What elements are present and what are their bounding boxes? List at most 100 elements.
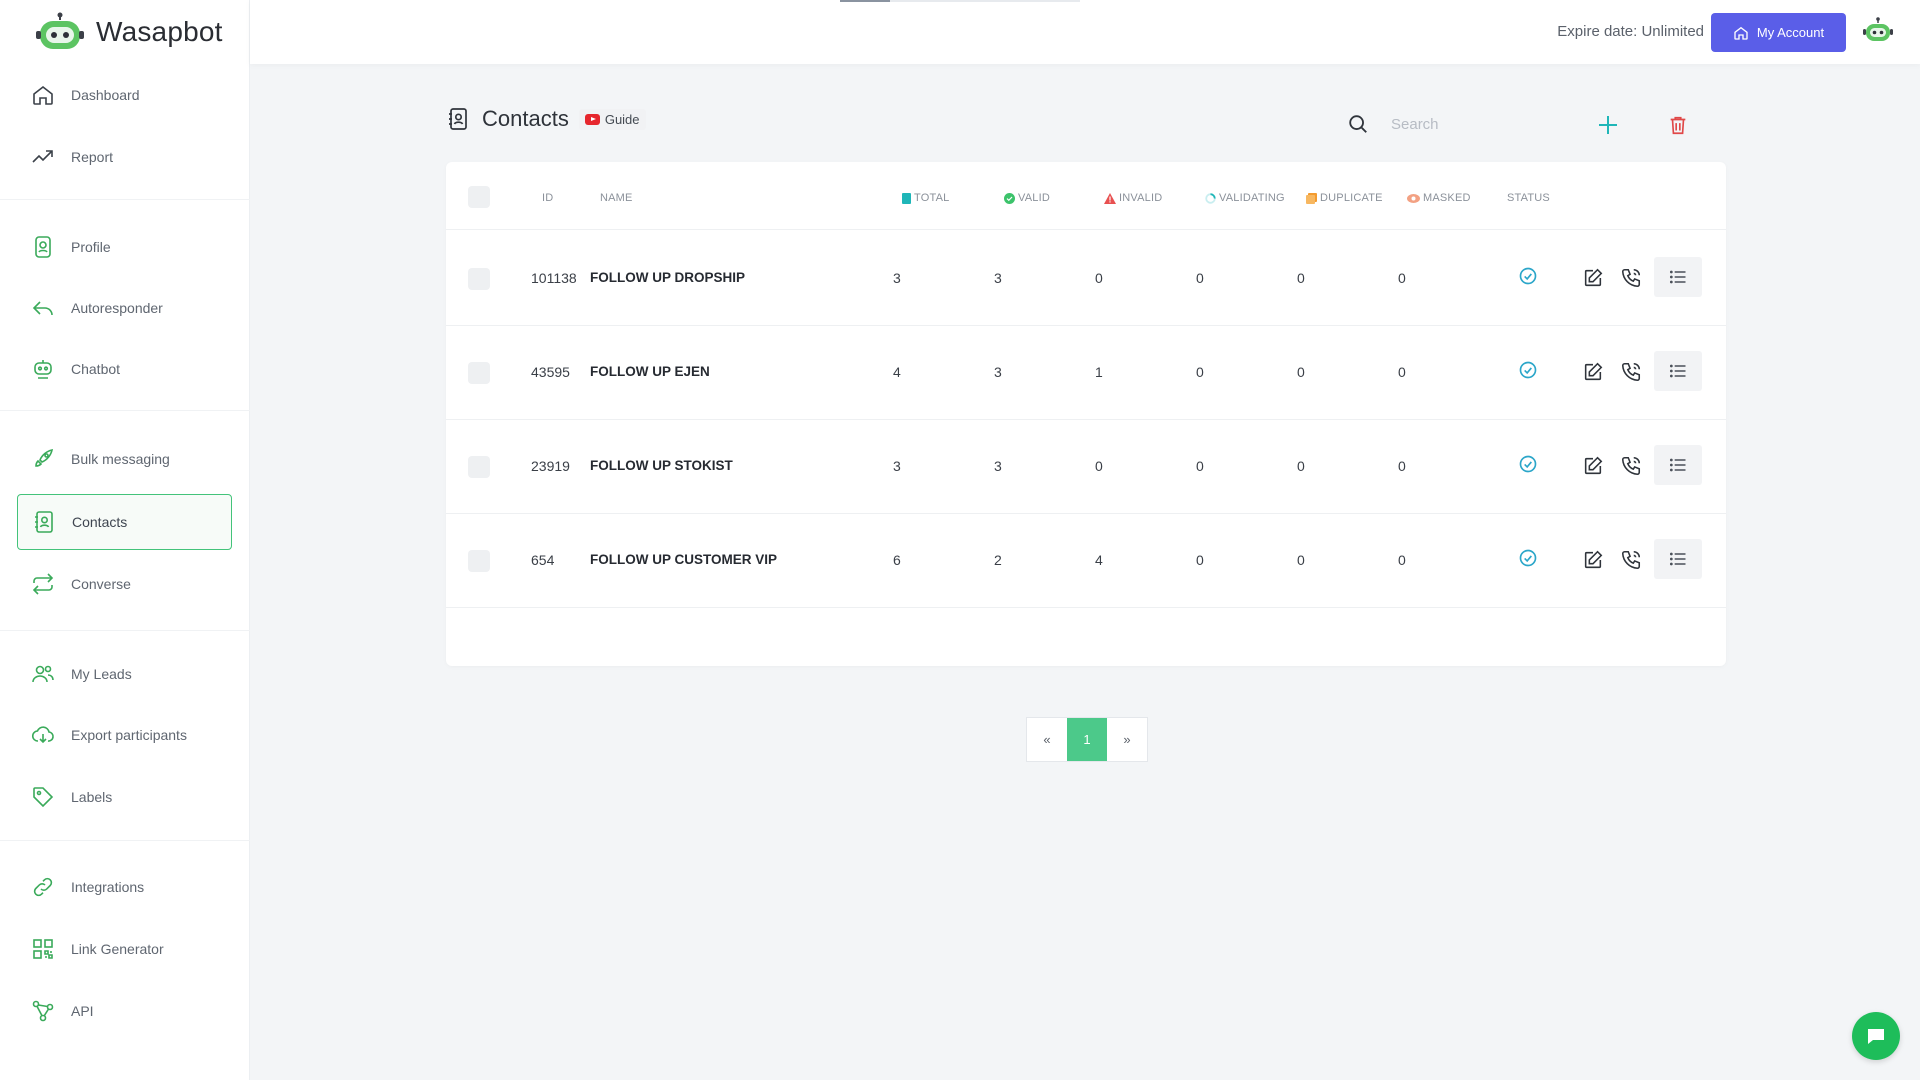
cell-id: 654 [531,552,555,568]
status-check-icon [1519,361,1537,379]
loading-indicator [840,0,1080,2]
cell-total: 3 [893,270,901,286]
contacts-icon [35,511,53,533]
sidebar-item-link-generator[interactable]: Link Generator [17,921,232,977]
sidebar-item-contacts[interactable]: Contacts [17,494,232,550]
sidebar-divider [0,199,250,200]
sidebar-item-labels[interactable]: Labels [17,769,232,825]
cell-name[interactable]: FOLLOW UP DROPSHIP [590,270,745,285]
cell-name[interactable]: FOLLOW UP STOKIST [590,458,733,473]
cell-valid: 2 [994,552,1002,568]
list-button[interactable] [1654,257,1702,297]
cell-invalid: 0 [1095,270,1103,286]
api-icon [32,1000,54,1022]
brand-name: Wasapbot [96,16,223,47]
warning-icon [1104,192,1116,204]
row-checkbox[interactable] [468,456,490,478]
cell-duplicate: 0 [1297,552,1305,568]
robot-logo-icon [36,12,84,49]
guide-label: Guide [604,111,640,127]
cell-total: 6 [893,552,901,568]
edit-icon[interactable] [1582,267,1604,289]
edit-icon[interactable] [1582,549,1604,571]
row-checkbox[interactable] [468,550,490,572]
row-checkbox[interactable] [468,362,490,384]
select-all-checkbox[interactable] [468,186,490,208]
my-account-label: My Account [1756,25,1825,40]
sidebar-item-chatbot[interactable]: Chatbot [17,341,232,397]
column-id: ID [542,192,554,204]
list-icon [1669,458,1686,472]
rocket-icon [35,448,54,467]
sidebar: Wasapbot Dashboard Report Profile Autore… [0,0,250,1080]
cell-validating: 0 [1196,552,1204,568]
column-valid: VALID [1004,192,1050,204]
robot-icon [34,360,52,379]
sidebar-divider [0,630,250,631]
column-total: TOTAL [902,192,949,204]
phone-icon[interactable] [1620,455,1642,477]
copy-icon [1306,192,1317,204]
search-input[interactable] [1391,115,1581,133]
home-icon [33,85,53,105]
cell-masked: 0 [1398,458,1406,474]
qr-icon [33,939,53,959]
pagination-page-1[interactable]: 1 [1067,718,1107,761]
edit-icon[interactable] [1582,361,1604,383]
chat-widget-button[interactable] [1852,1012,1900,1060]
guide-button[interactable]: Guide [578,108,646,130]
cell-valid: 3 [994,458,1002,474]
profile-icon [35,236,51,258]
search-icon[interactable] [1347,113,1369,135]
list-button[interactable] [1654,351,1702,391]
sidebar-item-autoresponder[interactable]: Autoresponder [17,280,232,336]
pagination-prev[interactable]: « [1027,718,1067,761]
column-status: STATUS [1507,192,1550,204]
cell-validating: 0 [1196,458,1204,474]
sidebar-item-profile[interactable]: Profile [17,219,232,275]
phone-icon[interactable] [1620,549,1642,571]
sidebar-item-report[interactable]: Report [17,129,232,185]
cell-name[interactable]: FOLLOW UP CUSTOMER VIP [590,552,777,567]
sidebar-item-api[interactable]: API [17,983,232,1039]
home-icon [1734,26,1748,40]
cell-total: 4 [893,364,901,380]
my-account-button[interactable]: My Account [1711,13,1846,52]
sidebar-item-bulk-messaging[interactable]: Bulk messaging [17,431,232,487]
cell-duplicate: 0 [1297,270,1305,286]
list-button[interactable] [1654,445,1702,485]
cell-name[interactable]: FOLLOW UP EJEN [590,364,710,379]
list-button[interactable] [1654,539,1702,579]
cell-invalid: 1 [1095,364,1103,380]
status-check-icon [1519,267,1537,285]
cell-masked: 0 [1398,552,1406,568]
edit-icon[interactable] [1582,455,1604,477]
cell-invalid: 0 [1095,458,1103,474]
sidebar-item-integrations[interactable]: Integrations [17,859,232,915]
sidebar-item-export-participants[interactable]: Export participants [17,707,232,763]
status-check-icon [1519,455,1537,473]
sidebar-item-dashboard[interactable]: Dashboard [17,67,232,123]
sidebar-item-my-leads[interactable]: My Leads [17,646,232,702]
cell-id: 23919 [531,458,570,474]
status-check-icon [1519,549,1537,567]
page-title: Contacts [482,106,569,131]
column-masked: MASKED [1407,192,1471,204]
row-checkbox[interactable] [468,268,490,290]
trash-icon[interactable] [1667,113,1689,137]
cell-duplicate: 0 [1297,458,1305,474]
phone-icon[interactable] [1620,361,1642,383]
cell-validating: 0 [1196,270,1204,286]
sidebar-item-converse[interactable]: Converse [17,556,232,612]
phone-icon[interactable] [1620,267,1642,289]
cell-valid: 3 [994,364,1002,380]
cloud-download-icon [31,726,54,744]
column-invalid: INVALID [1104,192,1162,204]
cell-duplicate: 0 [1297,364,1305,380]
add-icon[interactable] [1596,113,1620,137]
robot-avatar-icon[interactable] [1862,16,1894,48]
column-duplicate: DUPLICATE [1306,192,1383,204]
brand[interactable]: Wasapbot [36,12,223,52]
pagination-next[interactable]: » [1107,718,1147,761]
list-icon [1669,270,1686,284]
